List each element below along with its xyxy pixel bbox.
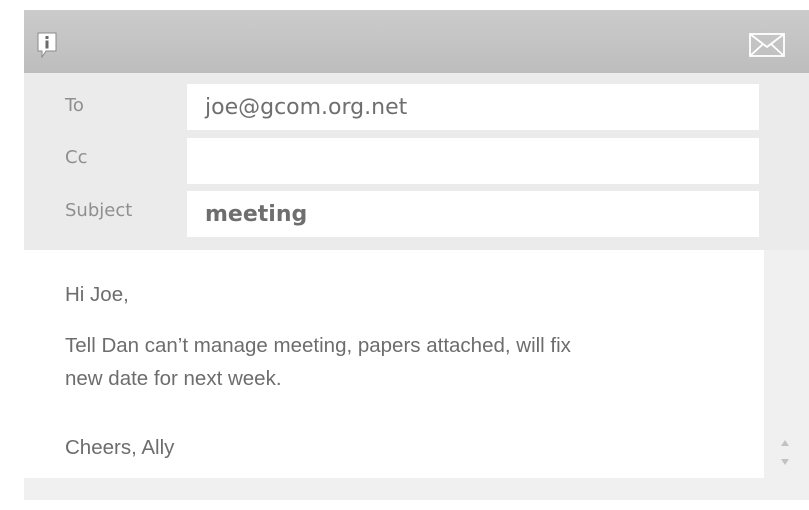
subject-label: Subject [65, 200, 133, 221]
message-body[interactable]: Hi Joe, Tell Dan can’t manage meeting, p… [24, 250, 764, 478]
scroll-down-icon[interactable] [781, 459, 789, 465]
subject-field[interactable]: meeting [187, 191, 759, 237]
info-icon[interactable] [37, 32, 57, 59]
to-label: To [65, 95, 84, 116]
message-header: To joe@gcom.org.net Cc Subject meeting [24, 73, 809, 250]
body-line-2: new date for next week. [65, 367, 282, 390]
scroll-up-icon[interactable] [781, 440, 789, 446]
body-signoff: Cheers, Ally [65, 436, 175, 459]
scrollbar[interactable] [776, 430, 796, 490]
email-compose-window: To joe@gcom.org.net Cc Subject meeting H… [24, 10, 809, 500]
to-field[interactable]: joe@gcom.org.net [187, 84, 759, 130]
body-line-1: Tell Dan can’t manage meeting, papers at… [65, 334, 571, 357]
cc-field[interactable] [187, 138, 759, 184]
envelope-icon[interactable] [749, 33, 785, 57]
cc-label: Cc [65, 147, 88, 168]
title-bar [24, 10, 809, 73]
body-greeting: Hi Joe, [65, 283, 129, 306]
